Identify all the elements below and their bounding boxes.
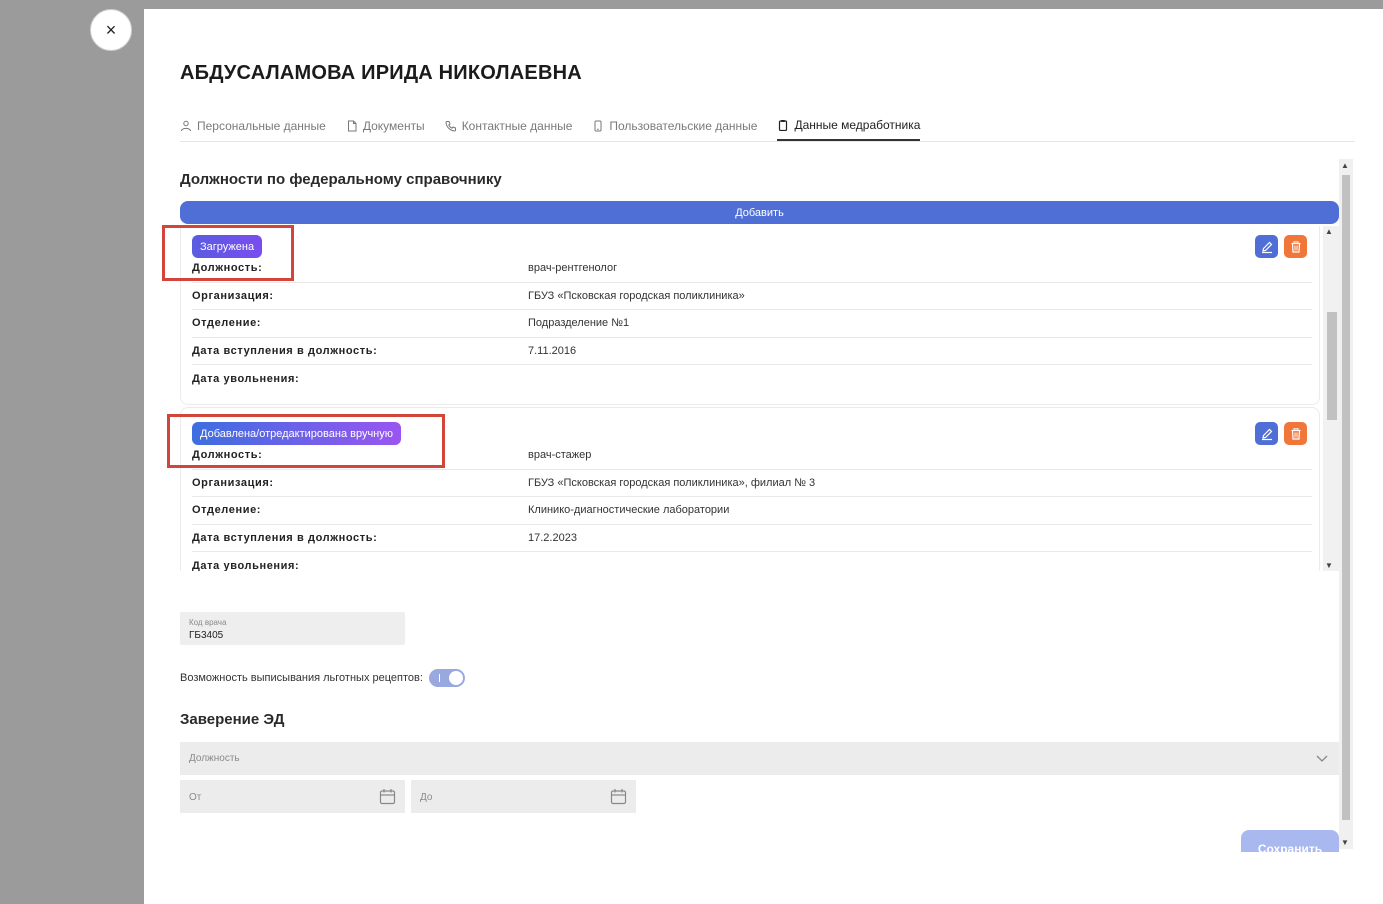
pencil-icon <box>1261 428 1272 440</box>
scroll-up-arrow-icon[interactable]: ▲ <box>1325 227 1333 236</box>
tab-contacts[interactable]: Контактные данные <box>445 111 573 141</box>
scrollbar-thumb[interactable] <box>1342 175 1350 820</box>
date-to-field[interactable]: До <box>411 780 636 813</box>
detail-row: Дата увольнения: <box>192 365 1312 392</box>
detail-row: Отделение: Подразделение №1 <box>192 310 1312 338</box>
mobile-icon <box>594 120 602 132</box>
save-button[interactable]: Сохранить <box>1241 830 1339 852</box>
chevron-down-icon <box>1316 755 1328 762</box>
page-title: АБДУСАЛАМОВА ИРИДА НИКОЛАЕВНА <box>180 62 582 84</box>
row-key: Дата вступления в должность: <box>192 345 378 358</box>
tab-medical-worker[interactable]: Данные медработника <box>777 111 921 141</box>
select-placeholder: Должность <box>189 753 240 764</box>
employee-panel: АБДУСАЛАМОВА ИРИДА НИКОЛАЕВНА Персональн… <box>144 9 1383 904</box>
row-value: Клинико-диагностические лаборатории <box>528 504 730 517</box>
tab-label: Пользовательские данные <box>609 119 758 133</box>
close-button[interactable]: × <box>90 9 132 51</box>
detail-row: Организация: ГБУЗ «Псковская городская по… <box>192 470 1312 498</box>
positions-heading: Должности по федеральному справочнику <box>180 171 502 188</box>
row-key: Отделение: <box>192 317 262 330</box>
row-value: 7.11.2016 <box>528 345 577 358</box>
pencil-icon <box>1261 241 1272 253</box>
preferential-toggle[interactable] <box>428 669 465 687</box>
user-icon <box>181 120 191 132</box>
row-value: врач-рентгенолог <box>528 262 618 275</box>
tab-label: Данные медработника <box>794 118 921 132</box>
scrollbar-thumb[interactable] <box>1327 312 1337 420</box>
row-key: Отделение: <box>192 504 262 517</box>
save-label: Сохранить <box>1257 842 1323 852</box>
detail-row: Организация: ГБУЗ «Псковская городская по… <box>192 283 1312 311</box>
highlight-box <box>162 225 294 281</box>
detail-row: Дата увольнения: <box>192 552 1312 571</box>
date-placeholder: От <box>189 792 202 803</box>
positions-scrollbar[interactable]: ▲ ▼ <box>1323 226 1339 571</box>
doctor-code-field[interactable]: Код врача ГБ3405 <box>180 612 405 645</box>
row-value: ГБУЗ «Псковская городская поликлиника» <box>528 289 745 302</box>
detail-row: Должность: врач-рентгенолог <box>192 255 1312 283</box>
row-value: Подразделение №1 <box>528 317 630 330</box>
position-card: Загружена Должность: врач-рентгенолог Орг… <box>180 226 1320 405</box>
tab-personal[interactable]: Персональные данные <box>180 111 326 141</box>
certification-heading: Заверение ЭД <box>180 711 285 728</box>
content-scrollbar[interactable]: ▲ ▼ <box>1339 159 1353 849</box>
row-key: Организация: <box>192 289 274 302</box>
tab-documents[interactable]: Документы <box>346 111 425 141</box>
toggle-label: Возможность выписывания льготных рецепто… <box>180 672 423 684</box>
detail-row: Дата вступления в должность: 7.11.2016 <box>192 338 1312 366</box>
detail-row: Дата вступления в должность: 17.2.2023 <box>192 525 1312 553</box>
date-from-field[interactable]: От <box>180 780 405 813</box>
highlight-box <box>167 414 445 468</box>
tab-label: Персональные данные <box>197 119 326 133</box>
row-key: Дата увольнения: <box>192 559 300 571</box>
preferential-prescriptions-row: Возможность выписывания льготных рецепто… <box>180 669 465 687</box>
positions-list: Загружена Должность: врач-рентгенолог Орг… <box>180 226 1339 571</box>
calendar-icon[interactable] <box>379 788 396 805</box>
scroll-up-arrow-icon[interactable]: ▲ <box>1341 161 1349 170</box>
tab-label: Документы <box>362 119 425 133</box>
card-rows: Должность: врач-рентгенолог Организация: Г… <box>192 255 1312 392</box>
trash-icon <box>1291 240 1300 253</box>
close-icon: × <box>105 19 117 40</box>
tab-label: Контактные данные <box>461 119 573 133</box>
medical-worker-content: Должности по федеральному справочнику До… <box>162 159 1355 852</box>
tab-bar: Персональные данные Документы Контактные… <box>180 111 1355 142</box>
trash-icon <box>1291 427 1300 440</box>
row-key: Организация: <box>192 476 274 489</box>
row-value: 17.2.2023 <box>528 532 577 545</box>
row-key: Дата увольнения: <box>192 372 300 385</box>
detail-row: Отделение: Клинико-диагностические лабора… <box>192 497 1312 525</box>
field-value: ГБ3405 <box>189 630 224 641</box>
scroll-down-arrow-icon[interactable]: ▼ <box>1325 561 1333 570</box>
add-position-button[interactable]: Добавить <box>180 201 1339 224</box>
row-value: ГБУЗ «Псковская городская поликлиника», … <box>528 476 816 489</box>
row-key: Дата вступления в должность: <box>192 532 378 545</box>
phone-icon <box>445 121 456 132</box>
document-icon <box>347 120 357 132</box>
position-select[interactable]: Должность <box>180 742 1339 775</box>
date-placeholder: До <box>420 792 433 803</box>
tab-user-data[interactable]: Пользовательские данные <box>592 111 757 141</box>
clipboard-icon <box>779 120 788 131</box>
row-value: врач-стажер <box>528 449 592 462</box>
field-label: Код врача <box>189 618 227 627</box>
calendar-icon[interactable] <box>610 788 627 805</box>
scroll-down-arrow-icon[interactable]: ▼ <box>1341 838 1349 847</box>
